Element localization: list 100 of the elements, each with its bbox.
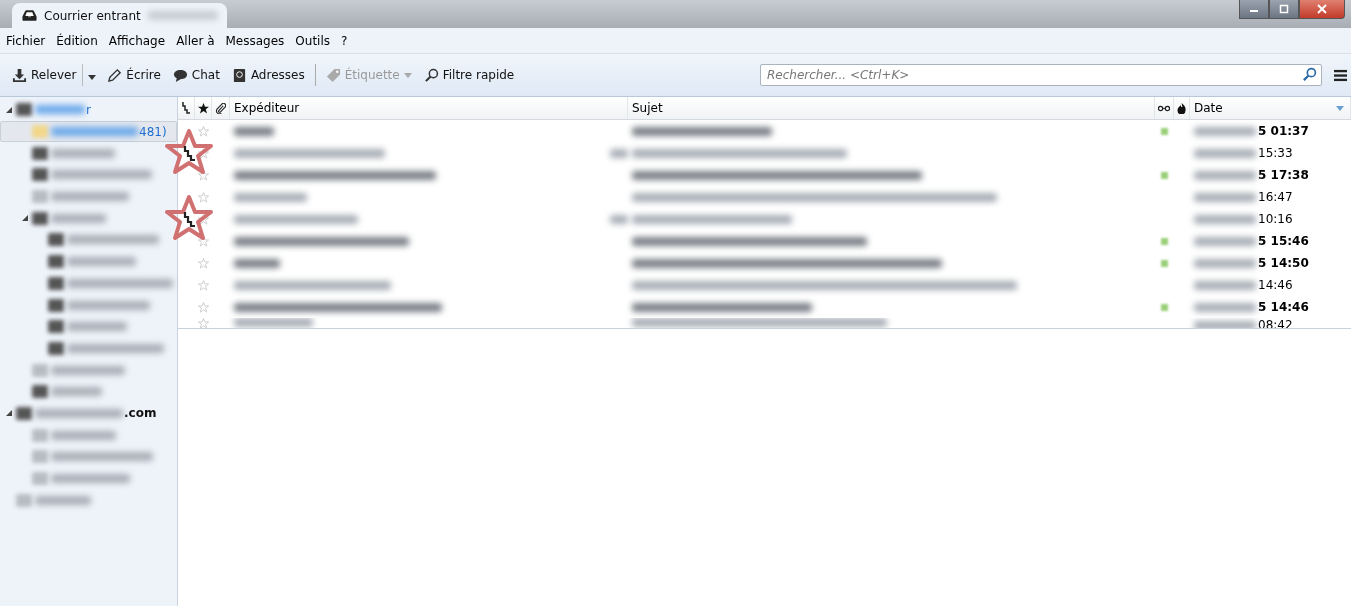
blurred-text [1194, 258, 1256, 268]
message-row[interactable]: 5 14:50 [178, 252, 1351, 274]
date-text: 5 14:46 [1258, 300, 1309, 314]
close-icon [1317, 4, 1327, 14]
message-row[interactable]: 5 17:38 [178, 164, 1351, 186]
blurred-text [1194, 126, 1256, 136]
download-icon [12, 67, 27, 83]
menu-item[interactable]: Affichage [108, 33, 166, 48]
menu-icon[interactable] [1334, 68, 1347, 82]
sort-arrow-icon [1336, 105, 1344, 111]
message-row[interactable]: 5 14:46 [178, 296, 1351, 318]
maximize-button[interactable] [1269, 0, 1299, 19]
blurred-text [610, 214, 628, 224]
expanded-arrow-icon[interactable] [5, 410, 13, 417]
folder-icon [16, 493, 32, 507]
caret-icon [88, 74, 97, 80]
folder-icon [32, 146, 48, 160]
magnifier-icon [423, 67, 439, 83]
folder-icon [48, 298, 64, 312]
star-icon[interactable] [198, 125, 209, 137]
folder-icon [16, 103, 32, 117]
blurred-text [51, 430, 116, 440]
folder-item[interactable]: 481) [0, 120, 177, 143]
get-mail-button[interactable]: Relever [6, 64, 83, 86]
blurred-text [67, 257, 136, 267]
thread-icon[interactable] [182, 102, 190, 114]
address-book-icon [231, 67, 247, 83]
blurred-text [1194, 170, 1256, 180]
blurred-text [1194, 214, 1256, 224]
speech-bubble-icon [172, 67, 188, 83]
folder-icon [32, 450, 48, 464]
menu-item[interactable]: ? [341, 33, 348, 48]
message-row[interactable]: 10:16 [178, 208, 1351, 230]
star-icon[interactable] [198, 318, 209, 328]
message-row[interactable]: 5 01:37 [178, 120, 1351, 142]
message-row[interactable]: 16:47 [178, 186, 1351, 208]
folder-icon [32, 168, 48, 182]
column-header[interactable]: Sujet [628, 97, 1155, 119]
message-row[interactable]: 14:46 [178, 274, 1351, 296]
date-text: 15:33 [1258, 146, 1293, 160]
folder-icon [32, 190, 48, 204]
menu-item[interactable]: Édition [56, 33, 98, 48]
star-icon[interactable] [198, 279, 209, 291]
write-button[interactable]: Écrire [101, 64, 167, 86]
quick-filter-button[interactable]: Filtre rapide [417, 64, 521, 86]
date-text: 5 14:50 [1258, 256, 1309, 270]
star-icon[interactable] [197, 102, 209, 114]
blurred-text [51, 148, 115, 158]
pencil-icon [107, 67, 123, 83]
folder-icon [32, 125, 48, 139]
star-icon[interactable] [198, 147, 209, 159]
folder-icon [48, 341, 64, 355]
blurred-text [610, 148, 628, 158]
menu-item[interactable]: Fichier [6, 33, 46, 48]
folder-icon [32, 363, 48, 377]
blurred-text [1194, 192, 1256, 202]
close-button[interactable] [1299, 0, 1345, 19]
menu-item[interactable]: Aller à [176, 33, 215, 48]
star-icon[interactable] [198, 257, 209, 269]
menu-item[interactable]: Messages [225, 33, 285, 48]
folder-item[interactable]: r [0, 99, 177, 121]
expanded-arrow-icon[interactable] [5, 106, 13, 113]
blurred-text [35, 495, 91, 505]
star-icon[interactable] [198, 213, 209, 225]
date-text: 5 17:38 [1258, 168, 1309, 182]
blurred-text [1194, 236, 1256, 246]
expanded-arrow-icon[interactable] [21, 215, 29, 222]
column-header[interactable]: Expéditeur [230, 97, 628, 119]
blurred-text [234, 126, 274, 136]
star-icon[interactable] [198, 301, 209, 313]
star-icon[interactable] [198, 191, 209, 203]
flame-icon[interactable] [1177, 102, 1186, 114]
chat-button[interactable]: Chat [166, 64, 226, 86]
glasses-icon[interactable] [1158, 104, 1170, 112]
message-row[interactable]: 15:33 [178, 142, 1351, 164]
date-text: 10:16 [1258, 212, 1293, 226]
date-text: 5 15:46 [1258, 234, 1309, 248]
blurred-text [1194, 148, 1256, 158]
folder-icon [32, 385, 48, 399]
date-text: 14:46 [1258, 278, 1293, 292]
blurred-text [234, 258, 280, 268]
search-field[interactable]: Rechercher... <Ctrl+K> [760, 64, 1322, 86]
caret-icon [403, 72, 412, 78]
menu-item[interactable]: Outils [295, 33, 331, 48]
search-icon [1302, 67, 1317, 82]
folder-icon [32, 472, 48, 486]
paperclip-icon[interactable] [215, 102, 226, 114]
message-row[interactable]: 5 15:46 [178, 230, 1351, 252]
folder-icon [32, 211, 48, 225]
date-text: 16:47 [1258, 190, 1293, 204]
blurred-text [35, 105, 85, 115]
inbox-tab[interactable]: Courrier entrant [12, 3, 227, 28]
minimize-button[interactable] [1239, 0, 1269, 19]
folder-label: 481) [139, 124, 167, 139]
blurred-text [147, 11, 218, 20]
blurred-text [51, 387, 102, 397]
address-book-button[interactable]: Adresses [225, 64, 311, 86]
blurred-text [1194, 320, 1256, 328]
folder-item[interactable]: .com [0, 402, 177, 425]
column-header[interactable]: Date [1190, 97, 1351, 119]
